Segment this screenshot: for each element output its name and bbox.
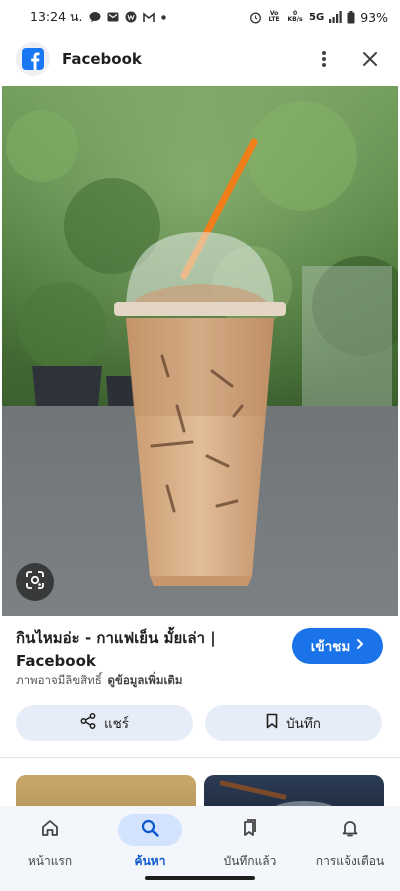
home-icon <box>40 818 60 842</box>
dot-icon <box>160 14 166 20</box>
nav-label: บันทึกแล้ว <box>223 854 277 868</box>
section-divider <box>0 757 400 758</box>
email-icon <box>107 11 119 23</box>
chevron-right-icon <box>356 638 364 654</box>
lens-icon <box>25 570 45 594</box>
nav-label: การแจ้งเตือน <box>315 854 385 868</box>
visit-label: เข้าชม <box>310 639 351 655</box>
status-bar: 13:24 น. Vo LTE 0 KB/s 5G 93% <box>0 0 400 34</box>
share-label: แชร์ <box>103 716 130 732</box>
status-time: 13:24 น. <box>30 9 83 24</box>
share-button[interactable]: แชร์ <box>16 705 193 741</box>
nav-label: หน้าแรก <box>27 854 73 868</box>
volte-indicator: Vo LTE <box>268 10 280 23</box>
google-lens-button[interactable] <box>16 563 54 601</box>
app-title: Facebook <box>62 50 142 68</box>
bookmark-icon <box>266 713 278 733</box>
gmail-icon <box>142 11 155 23</box>
result-image[interactable] <box>2 86 398 616</box>
share-icon <box>80 713 96 733</box>
more-vert-icon[interactable] <box>308 43 340 75</box>
word-app-icon <box>125 11 137 23</box>
message-icon <box>89 11 101 23</box>
close-icon[interactable] <box>354 43 386 75</box>
nav-item-home[interactable]: หน้าแรก <box>0 806 100 891</box>
battery-icon <box>347 10 355 24</box>
battery-level: 93% <box>360 9 388 25</box>
visit-button[interactable]: เข้าชม <box>292 628 383 664</box>
save-button[interactable]: บันทึก <box>205 705 382 741</box>
license-text: ภาพอาจมีลิขสิทธิ์ <box>16 673 102 687</box>
nav-item-notifications[interactable]: การแจ้งเตือน <box>300 806 400 891</box>
result-title[interactable]: กินไหมอ่ะ - กาแฟเย็น มั้ยเล่า | Facebook <box>16 627 276 673</box>
signal-icon <box>329 11 342 23</box>
bell-icon <box>340 818 360 842</box>
save-label: บันทึก <box>286 716 321 732</box>
facebook-icon <box>16 42 50 76</box>
more-info-link[interactable]: ดูข้อมูลเพิ่มเติม <box>108 673 183 687</box>
data-speed-indicator: 0 KB/s <box>287 10 303 23</box>
nav-label: ค้นหา <box>134 854 166 868</box>
search-icon <box>140 818 160 842</box>
saved-icon <box>240 818 260 842</box>
alarm-icon <box>249 11 262 24</box>
license-row: ภาพอาจมีลิขสิทธิ์ ดูข้อมูลเพิ่มเติม <box>16 672 182 690</box>
home-indicator <box>145 876 255 880</box>
network-type: 5G <box>309 11 325 23</box>
app-header: Facebook <box>0 36 400 82</box>
